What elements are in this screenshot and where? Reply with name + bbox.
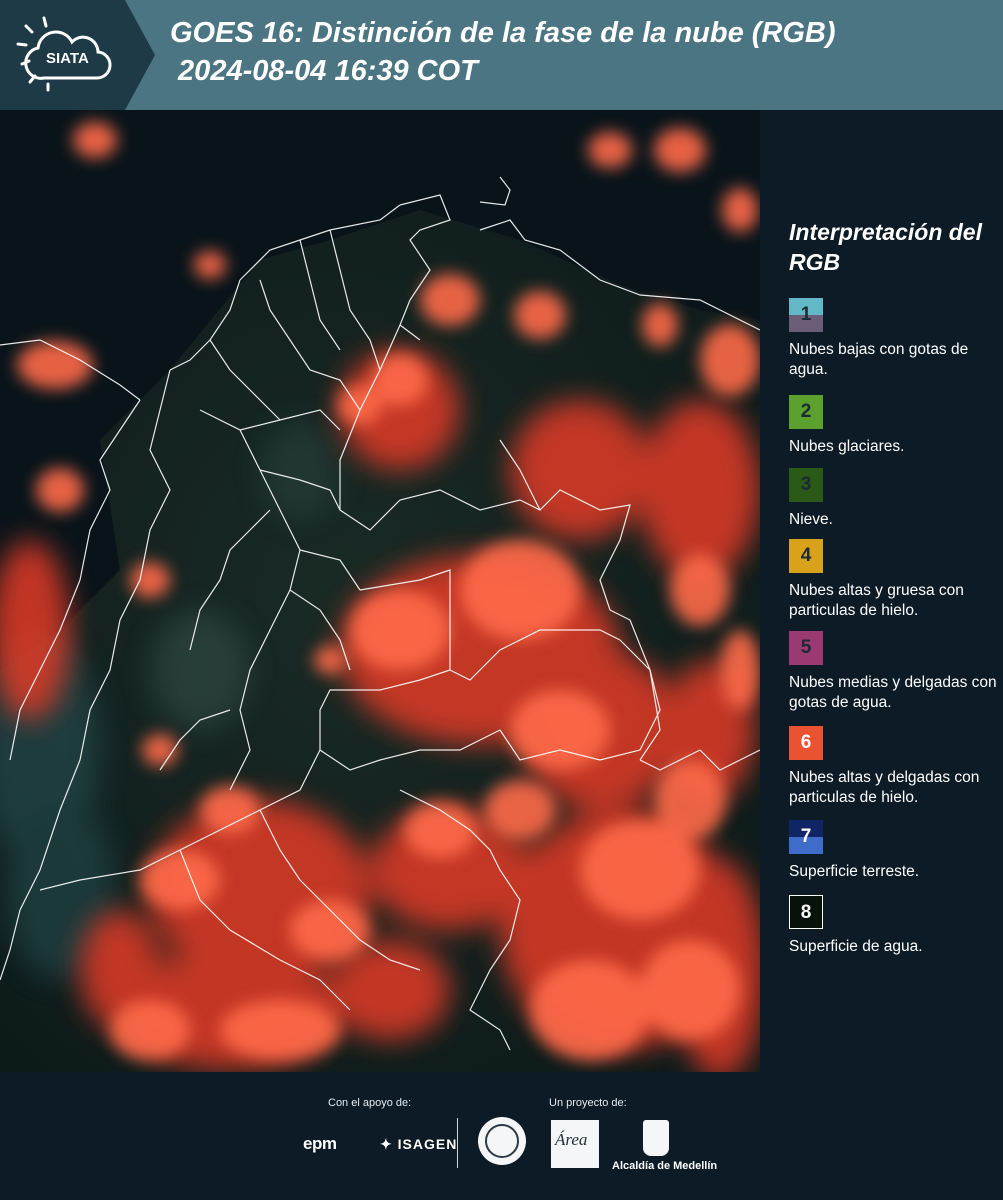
isagen-logo: ✦ ISAGEN	[380, 1136, 457, 1153]
area-metropolitana-logo-text: Área	[555, 1130, 588, 1149]
legend-swatch-2: 2	[789, 395, 823, 429]
legend-number-7: 7	[800, 826, 812, 847]
legend-swatch-8: 8	[789, 895, 823, 929]
legend-swatch-3: 3	[789, 468, 823, 502]
title-line-1: GOES 16: Distinción de la fase de la nub…	[170, 17, 836, 49]
alcaldia-label: Alcaldía de Medellín	[612, 1160, 718, 1172]
legend-number-5: 5	[800, 637, 812, 658]
legend-desc-5: Nubes medias y delgadas con gotas de agu…	[789, 674, 997, 711]
legend-number-1: 1	[800, 304, 812, 325]
legend-swatch-7: 7	[789, 820, 823, 854]
legend-swatch-5: 5	[789, 631, 823, 665]
legend-number-8: 8	[800, 902, 812, 923]
alcaldia-shield-icon	[643, 1120, 669, 1156]
siata-logo-text: SIATA	[46, 50, 89, 67]
legend-title: Interpretación del RGB	[789, 219, 982, 275]
epm-logo: epm	[303, 1134, 337, 1153]
title-line-2: 2024-08-04 16:39 COT	[170, 55, 478, 87]
legend-item-7: 7 Superficie terreste.	[789, 820, 999, 882]
legend-item-2: 2 Nubes glaciares.	[789, 395, 999, 457]
legend-number-2: 2	[800, 401, 812, 422]
support-label: Con el apoyo de:	[328, 1097, 412, 1109]
isagen-logo-text: ISAGEN	[397, 1136, 458, 1152]
legend-item-1: 1 Nubes bajas con gotas de agua.	[789, 298, 999, 380]
legend-desc-2: Nubes glaciares.	[789, 438, 905, 455]
medellin-seal-icon	[478, 1117, 526, 1165]
legend-item-4: 4 Nubes altas y gruesa con particulas de…	[789, 539, 999, 621]
legend-item-3: 3 Nieve.	[789, 468, 999, 530]
footer-divider	[457, 1118, 458, 1168]
legend-number-3: 3	[800, 474, 812, 495]
isagen-icon: ✦	[380, 1136, 393, 1152]
area-metropolitana-logo: Área	[551, 1120, 599, 1168]
legend-swatch-4: 4	[789, 539, 823, 573]
page-title: GOES 16: Distinción de la fase de la nub…	[170, 14, 836, 90]
legend-number-4: 4	[800, 545, 812, 566]
legend-number-6: 6	[800, 732, 812, 753]
legend-swatch-1: 1	[789, 298, 823, 332]
legend-desc-4: Nubes altas y gruesa con particulas de h…	[789, 582, 964, 619]
siata-logo: SIATA	[0, 0, 155, 110]
legend-desc-3: Nieve.	[789, 511, 833, 528]
legend-item-5: 5 Nubes medias y delgadas con gotas de a…	[789, 631, 999, 713]
satellite-map	[0, 110, 765, 1080]
legend-swatch-6: 6	[789, 726, 823, 760]
legend-desc-8: Superficie de agua.	[789, 938, 923, 955]
legend-item-6: 6 Nubes altas y delgadas con particulas …	[789, 726, 999, 808]
legend-item-8: 8 Superficie de agua.	[789, 895, 999, 957]
header-bar: SIATA GOES 16: Distinción de la fase de …	[0, 0, 1003, 110]
legend-panel: Interpretación del RGB 1 Nubes bajas con…	[760, 110, 1003, 1072]
legend-desc-1: Nubes bajas con gotas de agua.	[789, 341, 969, 378]
legend-desc-7: Superficie terreste.	[789, 863, 920, 880]
legend-desc-6: Nubes altas y delgadas con particulas de…	[789, 769, 980, 806]
project-label: Un proyecto de:	[549, 1097, 627, 1109]
